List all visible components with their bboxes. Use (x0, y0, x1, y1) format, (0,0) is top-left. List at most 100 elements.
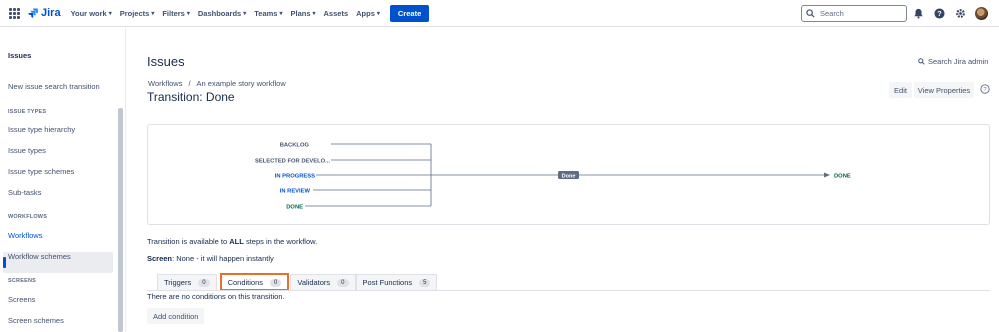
user-avatar[interactable] (975, 7, 988, 20)
page-title: Issues (147, 54, 185, 69)
chevron-down-icon: ▾ (243, 10, 247, 17)
nav-teams[interactable]: Teams ▾ (254, 9, 282, 18)
sidebar-item-workflow-schemes[interactable]: Workflow schemes (8, 252, 71, 261)
arrowhead-icon (824, 172, 830, 178)
tab-label: Validators (297, 278, 331, 287)
sidebar-item-sub-tasks[interactable]: Sub-tasks (8, 188, 41, 197)
help-icon[interactable]: ? (933, 8, 945, 20)
sidebar-title: Issues (8, 51, 32, 60)
nav-filters[interactable]: Filters ▾ (162, 9, 190, 18)
jira-logo-icon (28, 8, 38, 18)
nav-dashboards[interactable]: Dashboards ▾ (198, 9, 246, 18)
admin-sidebar: Issues New issue search transition ISSUE… (0, 28, 126, 332)
svg-text:?: ? (937, 9, 942, 18)
tab-triggers[interactable]: Triggers 0 (157, 274, 217, 290)
tabs-divider (147, 290, 990, 291)
tab-label: Conditions (227, 278, 264, 287)
svg-text:?: ? (983, 87, 987, 93)
diagram-svg: Done BACKLOG SELECTED FOR DEVELO... IN P… (255, 143, 851, 211)
tab-conditions[interactable]: Conditions 0 (219, 273, 290, 291)
sidebar-item-issue-types[interactable]: Issue types (8, 146, 46, 155)
search-input[interactable]: Search (801, 5, 907, 22)
nav-label: Filters (162, 8, 185, 18)
search-placeholder: Search (820, 9, 844, 18)
nav-label: Apps (356, 8, 375, 18)
sidebar-item-new-issue-search[interactable]: New issue search transition (8, 82, 100, 91)
screen-value: : None - it will happen instantly (172, 254, 274, 263)
breadcrumb-workflows[interactable]: Workflows (148, 79, 182, 88)
sidebar-item-issue-type-schemes[interactable]: Issue type schemes (8, 167, 74, 176)
status-in-progress[interactable]: IN PROGRESS (275, 174, 315, 180)
top-navigation: Jira Your work ▾ Projects ▾ Filters ▾ Dashb… (0, 0, 999, 27)
availability-info: Transition is available to ALL steps in … (147, 237, 317, 246)
tab-post-functions[interactable]: Post Functions 5 (355, 274, 438, 290)
tab-label: Triggers (164, 278, 192, 287)
notifications-icon[interactable] (912, 8, 924, 20)
help-icon[interactable]: ? (980, 84, 990, 94)
view-properties-button[interactable]: View Properties (914, 82, 974, 98)
sidebar-item-issue-type-hierarchy[interactable]: Issue type hierarchy (8, 125, 75, 134)
chevron-down-icon: ▾ (279, 10, 283, 17)
transition-title: Transition: Done (147, 90, 235, 104)
nav-projects[interactable]: Projects ▾ (120, 9, 155, 18)
tab-count-badge: 0 (270, 278, 282, 287)
status-done[interactable]: DONE (286, 205, 303, 211)
sidebar-item-screens[interactable]: Screens (8, 295, 36, 304)
breadcrumb-workflow-name[interactable]: An example story workflow (197, 79, 286, 88)
tab-count-badge: 0 (337, 278, 349, 287)
chevron-down-icon: ▾ (186, 10, 190, 17)
nav-label: Projects (119, 8, 150, 18)
nav-apps[interactable]: Apps ▾ (356, 9, 380, 18)
status-selected-for-development[interactable]: SELECTED FOR DEVELO... (255, 159, 330, 165)
screen-label: Screen (147, 254, 173, 263)
transition-diagram: Done BACKLOG SELECTED FOR DEVELO... IN P… (147, 124, 990, 225)
tab-count-badge: 0 (198, 278, 210, 287)
nav-icon-group: ? (912, 7, 988, 20)
nav-your-work[interactable]: Your work ▾ (71, 9, 112, 18)
tab-label: Post Functions (362, 278, 413, 287)
sidebar-active-indicator (3, 257, 6, 268)
jira-logo[interactable]: Jira (28, 7, 61, 19)
sidebar-section-screens: SCREENS (8, 278, 36, 284)
nav-label: Assets (323, 8, 349, 18)
admin-search-label: Search Jira admin (928, 57, 989, 66)
breadcrumb-separator: / (188, 79, 191, 88)
settings-gear-icon[interactable] (954, 8, 966, 20)
chevron-down-icon: ▾ (312, 10, 316, 17)
no-conditions-message: There are no conditions on this transiti… (147, 292, 285, 301)
edit-button[interactable]: Edit (889, 82, 912, 98)
availability-all: ALL (229, 237, 244, 246)
tab-validators[interactable]: Validators 0 (290, 274, 356, 290)
sidebar-section-workflows: WORKFLOWS (8, 214, 48, 220)
transition-tabs: Triggers 0 Conditions 0 Validators 0 Post F… (157, 273, 438, 291)
sidebar-item-screen-schemes[interactable]: Screen schemes (8, 316, 64, 325)
search-icon (918, 58, 925, 65)
chevron-down-icon: ▾ (151, 10, 155, 17)
transition-badge-label: Done (562, 173, 576, 179)
sidebar-scrollbar[interactable] (118, 108, 123, 332)
chevron-down-icon: ▾ (108, 10, 112, 17)
sidebar-section-issue-types: ISSUE TYPES (8, 109, 47, 115)
nav-label: Your work (70, 8, 107, 18)
status-backlog[interactable]: BACKLOG (280, 143, 310, 149)
availability-prefix: Transition is available to (147, 237, 230, 246)
logo-text: Jira (41, 7, 61, 19)
search-jira-admin-link[interactable]: Search Jira admin (918, 57, 988, 66)
nav-plans[interactable]: Plans ▾ (290, 9, 315, 18)
chevron-down-icon: ▾ (376, 10, 380, 17)
screen-info: Screen: None - it will happen instantly (147, 254, 274, 263)
create-button[interactable]: Create (389, 4, 430, 22)
nav-label: Dashboards (197, 8, 242, 18)
sidebar-item-workflows[interactable]: Workflows (8, 231, 42, 240)
nav-label: Teams (254, 8, 278, 18)
status-in-review[interactable]: IN REVIEW (280, 189, 311, 195)
tab-count-badge: 5 (419, 278, 431, 287)
nav-label: Plans (290, 8, 311, 18)
nav-assets[interactable]: Assets (324, 9, 349, 18)
search-icon (806, 9, 815, 18)
target-status-done[interactable]: DONE (834, 174, 851, 180)
add-condition-button[interactable]: Add condition (147, 308, 205, 324)
breadcrumb: Workflows / An example story workflow (148, 79, 286, 88)
app-switcher-icon[interactable] (9, 7, 20, 19)
availability-suffix: steps in the workflow. (243, 237, 318, 246)
